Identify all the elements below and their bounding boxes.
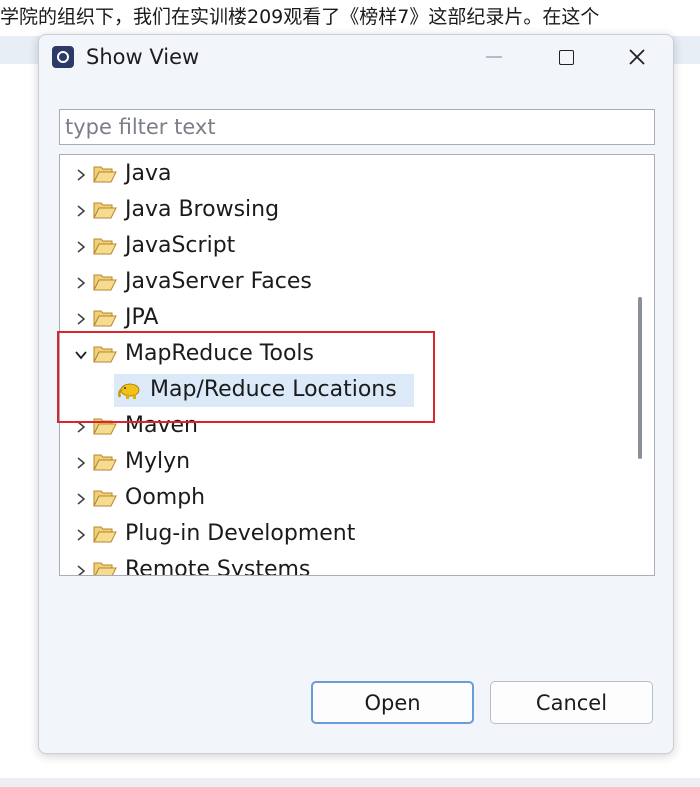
chevron-right-icon[interactable] bbox=[74, 203, 88, 217]
chevron-right-icon[interactable] bbox=[74, 491, 88, 505]
tree-item-label: Oomph bbox=[125, 485, 206, 510]
tree-item-jpa[interactable]: JPA bbox=[60, 301, 620, 335]
elephant-icon bbox=[117, 380, 141, 400]
open-button[interactable]: Open bbox=[311, 681, 474, 724]
minimize-icon bbox=[486, 56, 502, 58]
tree-item-label: Mylyn bbox=[125, 449, 191, 474]
folder-open-icon bbox=[93, 452, 117, 472]
tree-item-label: JavaServer Faces bbox=[125, 269, 312, 294]
background-bottom-strip bbox=[0, 778, 700, 787]
tree-item-label: JavaScript bbox=[125, 233, 236, 258]
chevron-right-icon[interactable] bbox=[74, 239, 88, 253]
folder-open-icon bbox=[93, 488, 117, 508]
close-button[interactable] bbox=[614, 41, 660, 73]
dialog-title: Show View bbox=[86, 45, 200, 69]
view-tree[interactable]: Remote Systems Plug-in Development Oomph My… bbox=[59, 154, 655, 576]
chevron-right-icon[interactable] bbox=[74, 455, 88, 469]
tree-scrollbar-track[interactable] bbox=[632, 155, 654, 575]
show-view-dialog: Show View Remote Systems Plug-in Developm… bbox=[38, 34, 674, 754]
tree-item-mylyn[interactable]: Mylyn bbox=[60, 445, 620, 479]
tree-scrollbar-thumb[interactable] bbox=[638, 297, 642, 459]
tree-item-mapreduce-tools[interactable]: MapReduce Tools bbox=[60, 337, 620, 371]
close-icon bbox=[629, 49, 645, 65]
folder-open-icon bbox=[93, 200, 117, 220]
maximize-button[interactable] bbox=[543, 41, 589, 73]
tree-item-map-reduce-locations[interactable]: Map/Reduce Locations bbox=[60, 373, 620, 407]
maximize-icon bbox=[558, 49, 574, 65]
chevron-down-icon[interactable] bbox=[74, 347, 88, 361]
folder-open-icon bbox=[93, 344, 117, 364]
eclipse-app-icon bbox=[52, 46, 74, 68]
tree-item-label: MapReduce Tools bbox=[125, 341, 314, 366]
chevron-right-icon[interactable] bbox=[74, 563, 88, 575]
folder-open-icon bbox=[93, 416, 117, 436]
folder-open-icon bbox=[93, 164, 117, 184]
tree-item-javascript[interactable]: JavaScript bbox=[60, 229, 620, 263]
minimize-button[interactable] bbox=[471, 41, 517, 73]
tree-item-label: JPA bbox=[125, 305, 159, 330]
folder-open-icon bbox=[93, 272, 117, 292]
filter-input[interactable] bbox=[59, 109, 655, 145]
tree-item-label: Java Browsing bbox=[125, 197, 280, 222]
tree-item-java-browsing[interactable]: Java Browsing bbox=[60, 193, 620, 227]
cancel-button[interactable]: Cancel bbox=[490, 681, 653, 724]
chevron-right-icon[interactable] bbox=[74, 167, 88, 181]
tree-item-oomph[interactable]: Oomph bbox=[60, 481, 620, 515]
folder-open-icon bbox=[93, 308, 117, 328]
folder-open-icon bbox=[93, 524, 117, 544]
tree-item-remote-systems[interactable]: Remote Systems bbox=[60, 553, 620, 576]
tree-item-java[interactable]: Java bbox=[60, 157, 620, 191]
tree-item-label: Remote Systems bbox=[125, 557, 311, 576]
tree-item-maven[interactable]: Maven bbox=[60, 409, 620, 443]
chevron-right-icon[interactable] bbox=[74, 527, 88, 541]
tree-item-plug-in-development[interactable]: Plug-in Development bbox=[60, 517, 620, 551]
chevron-right-icon[interactable] bbox=[74, 275, 88, 289]
folder-open-icon bbox=[93, 236, 117, 256]
tree-item-label: Maven bbox=[125, 413, 198, 438]
folder-open-icon bbox=[93, 560, 117, 575]
tree-item-label: Map/Reduce Locations bbox=[150, 377, 397, 402]
chevron-right-icon[interactable] bbox=[74, 311, 88, 325]
tree-item-javaserver-faces[interactable]: JavaServer Faces bbox=[60, 265, 620, 299]
chevron-right-icon[interactable] bbox=[74, 419, 88, 433]
tree-item-label: Java bbox=[125, 161, 172, 186]
title-bar[interactable]: Show View bbox=[39, 35, 673, 79]
tree-item-label: Plug-in Development bbox=[125, 521, 356, 546]
background-document-text: 学院的组织下，我们在实训楼209观看了《榜样7》这部纪录片。在这个 bbox=[0, 6, 600, 28]
